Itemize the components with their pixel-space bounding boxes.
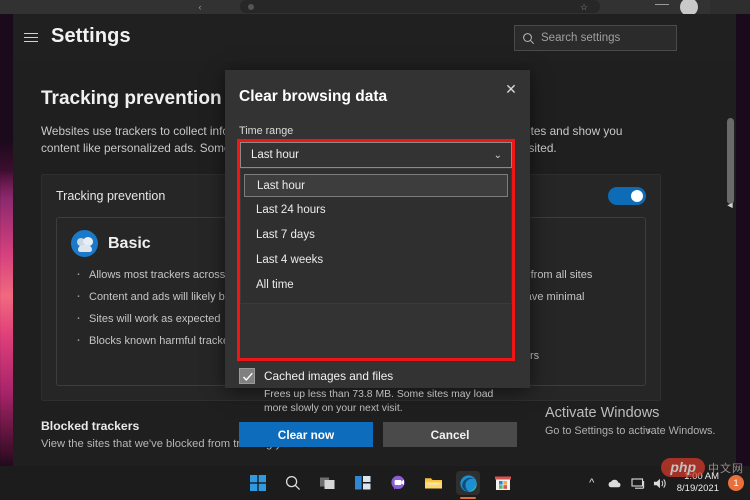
close-icon[interactable]: ✕: [500, 78, 522, 100]
minimize-icon[interactable]: [655, 4, 669, 5]
star-icon[interactable]: ☆: [578, 1, 590, 13]
taskbar-items: [246, 466, 515, 500]
windows-start-icon[interactable]: [246, 471, 270, 495]
clear-now-button[interactable]: Clear now: [239, 422, 373, 447]
file-explorer-icon[interactable]: [421, 471, 445, 495]
hamburger-menu-icon[interactable]: [22, 28, 40, 46]
dropdown-option-last-7-days[interactable]: Last 7 days: [241, 222, 511, 247]
toggle-knob: [631, 190, 643, 202]
tracking-prevention-card-title: Tracking prevention: [56, 189, 166, 203]
dialog-buttons: Clear now Cancel: [239, 422, 517, 447]
dropdown-option-last-24-hours[interactable]: Last 24 hours: [241, 197, 511, 222]
checkbox-cached-images[interactable]: [239, 368, 255, 384]
scrollbar-thumb[interactable]: [727, 118, 734, 204]
speaker-icon[interactable]: [653, 475, 669, 491]
clock-time: 1:00 AM: [684, 471, 719, 482]
cancel-button[interactable]: Cancel: [383, 422, 517, 447]
time-range-select[interactable]: Last hour ⌄: [240, 142, 512, 168]
taskbar-clock[interactable]: 1:00 AM 8/19/2021: [677, 471, 719, 495]
chrome-right-edge: [710, 0, 750, 14]
checkbox-subtitle: Frees up less than 73.8 MB. Some sites m…: [264, 389, 494, 414]
search-icon[interactable]: [281, 471, 305, 495]
task-view-icon[interactable]: [316, 471, 340, 495]
time-range-label: Time range: [239, 125, 294, 137]
chevron-down-icon: ⌄: [493, 149, 502, 161]
search-settings-box[interactable]: Search settings: [514, 25, 677, 51]
option-label: Basic: [108, 234, 151, 252]
cached-images-checkbox-row[interactable]: Cached images and files Frees up less th…: [239, 367, 517, 416]
wallpaper-accent-stripe: [0, 170, 14, 470]
favicon-icon: [248, 4, 254, 10]
shield-basic-icon: [71, 230, 98, 257]
page-title: Settings: [51, 25, 131, 47]
tracking-prevention-toggle[interactable]: [608, 187, 646, 205]
activate-windows-subtitle: Go to Settings to activate Windows.: [545, 425, 716, 437]
search-icon: [515, 32, 541, 45]
microsoft-store-icon[interactable]: [491, 471, 515, 495]
chevron-up-icon[interactable]: ^: [584, 475, 600, 491]
dialog-title: Clear browsing data: [239, 88, 388, 105]
settings-header: Settings Search settings: [13, 14, 736, 62]
clear-browsing-data-dialog: ✕ Clear browsing data Time range Last ho…: [225, 70, 530, 447]
left-arrow-icon: ◄: [725, 200, 735, 210]
browser-chrome-strip: ‹ ☆: [0, 0, 750, 16]
time-range-selected-value: Last hour: [251, 149, 299, 161]
microsoft-edge-icon[interactable]: [456, 471, 480, 499]
checkmark-icon: [242, 372, 253, 382]
cloud-icon[interactable]: [607, 475, 623, 491]
dropdown-option-all-time[interactable]: All time: [241, 272, 511, 297]
taskbar: ^ 1:00 AM 8/19/2021 1: [0, 466, 750, 500]
widgets-icon[interactable]: [351, 471, 375, 495]
system-tray: ^ 1:00 AM 8/19/2021 1: [584, 466, 744, 500]
activate-windows-title: Activate Windows: [545, 405, 660, 421]
network-icon[interactable]: [630, 475, 646, 491]
clock-date: 8/19/2021: [676, 483, 719, 494]
address-bar[interactable]: [240, 0, 600, 13]
back-arrow-icon[interactable]: ‹: [190, 0, 210, 14]
dropdown-option-last-4-weeks[interactable]: Last 4 weeks: [241, 247, 511, 272]
time-range-dropdown-list[interactable]: Last hour Last 24 hours Last 7 days Last…: [240, 168, 512, 304]
activate-windows-watermark: Activate Windows Go to Settings to activ…: [545, 405, 745, 437]
screen-root: ‹ ☆ Settings Search settings Tracking pr…: [0, 0, 750, 500]
tracking-prevention-title: Tracking prevention: [41, 88, 222, 109]
notification-badge[interactable]: 1: [728, 475, 744, 491]
checkbox-texts: Cached images and files Frees up less th…: [264, 367, 517, 416]
dropdown-option-last-hour[interactable]: Last hour: [244, 174, 508, 197]
chat-teams-icon[interactable]: [386, 471, 410, 495]
checkbox-title: Cached images and files: [264, 369, 394, 383]
search-input-placeholder[interactable]: Search settings: [541, 32, 620, 44]
